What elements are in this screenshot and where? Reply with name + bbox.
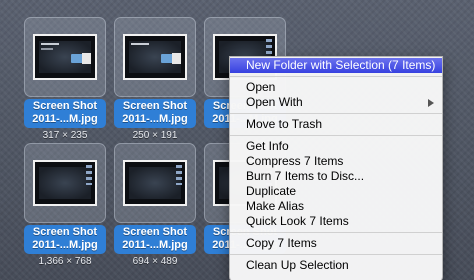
- menu-item-make-alias[interactable]: Make Alias: [230, 199, 442, 214]
- menu-item-open-with[interactable]: Open With: [230, 95, 442, 110]
- menu-item-duplicate[interactable]: Duplicate: [230, 184, 442, 199]
- file-thumbnail: [123, 160, 187, 206]
- file-thumbnail: [123, 34, 187, 80]
- file-dimensions: 694 × 489: [132, 256, 178, 267]
- menu-item-copy[interactable]: Copy 7 Items: [230, 236, 442, 251]
- menu-item-label: Open With: [246, 95, 303, 109]
- file-dimensions: 317 × 235: [42, 130, 88, 141]
- context-menu: New Folder with Selection (7 Items) Open…: [229, 56, 443, 280]
- file-name-label[interactable]: Screen Shot 2011-...M.jpg: [24, 225, 106, 254]
- menu-item-open[interactable]: Open: [230, 80, 442, 95]
- file-name-label[interactable]: Screen Shot 2011-...M.jpg: [114, 225, 196, 254]
- document-icon: [82, 53, 91, 64]
- menu-separator: [230, 254, 442, 255]
- submenu-arrow-icon: [428, 99, 434, 107]
- file-thumbnail: [33, 34, 97, 80]
- menu-item-burn[interactable]: Burn 7 Items to Disc...: [230, 169, 442, 184]
- file-dimensions: 250 × 191: [132, 130, 178, 141]
- menu-separator: [230, 135, 442, 136]
- document-icon: [172, 53, 181, 64]
- file-name-label[interactable]: Screen Shot 2011-...M.jpg: [114, 99, 196, 128]
- menu-item-quick-look[interactable]: Quick Look 7 Items: [230, 214, 442, 229]
- menu-item-compress[interactable]: Compress 7 Items: [230, 154, 442, 169]
- file-thumbnail: [33, 160, 97, 206]
- menu-item-clean-up-selection[interactable]: Clean Up Selection: [230, 258, 442, 273]
- file-dimensions: 1,366 × 768: [38, 256, 92, 267]
- file-name-label[interactable]: Screen Shot 2011-...M.jpg: [24, 99, 106, 128]
- menu-separator: [230, 113, 442, 114]
- menu-separator: [230, 76, 442, 77]
- menu-item-get-info[interactable]: Get Info: [230, 139, 442, 154]
- menu-separator: [230, 232, 442, 233]
- menu-item-move-to-trash[interactable]: Move to Trash: [230, 117, 442, 132]
- menu-item-new-folder-with-selection[interactable]: New Folder with Selection (7 Items): [230, 58, 442, 73]
